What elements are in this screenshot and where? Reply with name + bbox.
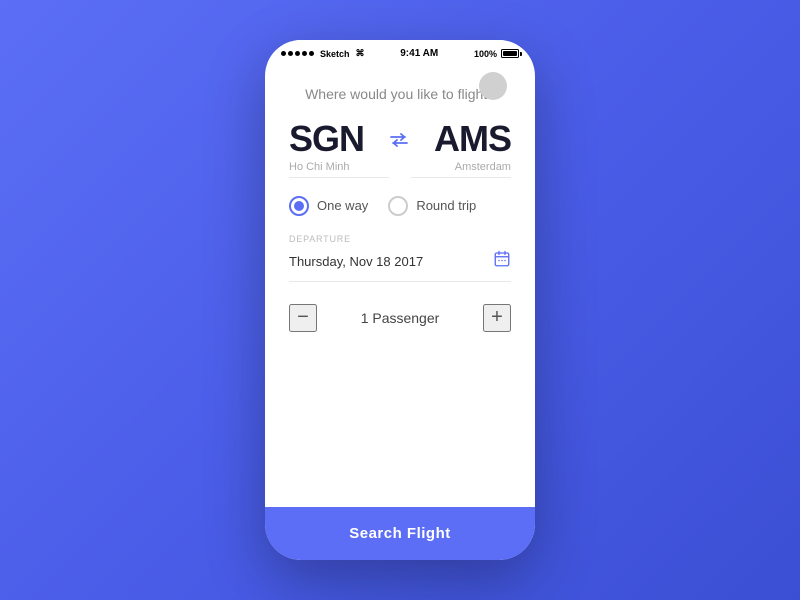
destination-code: AMS	[434, 121, 511, 157]
battery-icon	[501, 49, 519, 58]
departure-section: DEPARTURE Thursday, Nov 18 2017	[289, 234, 511, 282]
destination-name: Amsterdam	[455, 161, 511, 173]
round-trip-label: Round trip	[416, 198, 476, 213]
status-left: Sketch ⌘	[281, 48, 365, 59]
swap-icon[interactable]	[389, 133, 409, 147]
status-bar: Sketch ⌘ 9:41 AM 100%	[265, 40, 535, 63]
origin-name: Ho Chi Minh	[289, 161, 350, 173]
divider-right	[411, 177, 511, 178]
round-trip-option[interactable]: Round trip	[388, 196, 476, 216]
home-button-indicator	[479, 72, 507, 100]
departure-label: DEPARTURE	[289, 234, 511, 244]
origin-airport: SGN Ho Chi Minh	[289, 121, 364, 173]
one-way-label: One way	[317, 198, 368, 213]
status-right: 100%	[474, 49, 519, 59]
time-display: 9:41 AM	[400, 48, 438, 59]
decrement-passenger-button[interactable]: −	[289, 304, 317, 332]
airports-row: SGN Ho Chi Minh AMS Amsterdam	[289, 121, 511, 173]
search-flight-button[interactable]: Search Flight	[265, 507, 535, 560]
departure-date: Thursday, Nov 18 2017	[289, 254, 423, 269]
calendar-icon[interactable]	[493, 250, 511, 273]
battery-fill	[503, 51, 517, 56]
one-way-option[interactable]: One way	[289, 196, 368, 216]
round-trip-radio[interactable]	[388, 196, 408, 216]
passenger-count: 1 Passenger	[361, 310, 440, 326]
wifi-icon: ⌘	[356, 48, 365, 59]
airport-dividers	[289, 177, 511, 178]
signal-dots	[281, 51, 314, 56]
phone-frame: Sketch ⌘ 9:41 AM 100% Where would you li…	[265, 40, 535, 560]
one-way-radio[interactable]	[289, 196, 309, 216]
battery-label: 100%	[474, 49, 497, 59]
destination-airport: AMS Amsterdam	[434, 121, 511, 173]
carrier-label: Sketch	[320, 49, 350, 59]
trip-type-row: One way Round trip	[289, 196, 511, 216]
main-content: Where would you like to flight? SGN Ho C…	[265, 63, 535, 507]
divider-left	[289, 177, 389, 178]
departure-row[interactable]: Thursday, Nov 18 2017	[289, 250, 511, 282]
increment-passenger-button[interactable]: +	[483, 304, 511, 332]
passenger-row: − 1 Passenger +	[289, 300, 511, 336]
origin-code: SGN	[289, 121, 364, 157]
heading-text: Where would you like to flight?	[289, 85, 511, 105]
